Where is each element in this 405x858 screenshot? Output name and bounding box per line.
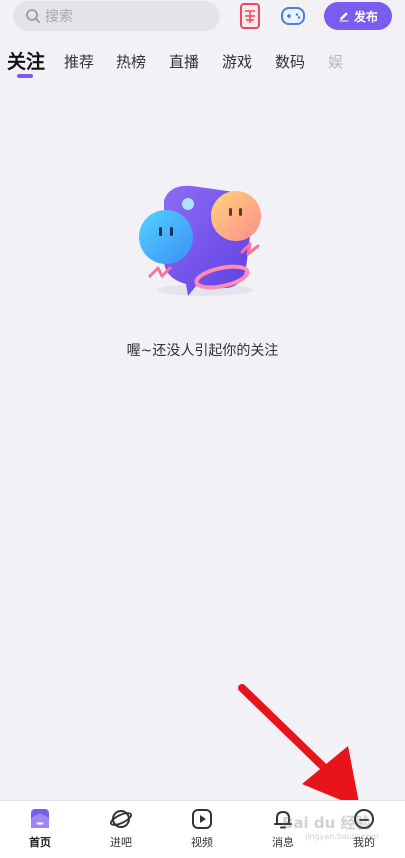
planet-icon [109, 810, 133, 828]
publish-button[interactable]: 发布 [324, 2, 392, 30]
home-icon [31, 809, 49, 828]
lottery-ticket-icon[interactable] [237, 2, 263, 30]
empty-state-message: 喔~还没人引起你的关注 [126, 343, 279, 359]
tab-scroll-fade [345, 44, 405, 80]
tab-entertainment[interactable]: 娱 [328, 51, 343, 72]
gamepad-icon[interactable] [280, 2, 306, 30]
nav-home-label: 首页 [29, 836, 51, 849]
tab-live[interactable]: 直播 [169, 51, 199, 72]
tab-follow[interactable]: 关注 [7, 47, 45, 74]
watermark: Bai du 经验 [282, 814, 371, 832]
nav-video[interactable]: 视频 [177, 807, 227, 855]
tab-hot-list[interactable]: 热榜 [116, 51, 146, 72]
nav-enter-bar[interactable]: 进吧 [96, 807, 146, 855]
search-icon [26, 9, 40, 23]
nav-home[interactable]: 首页 [15, 807, 65, 855]
publish-label: 发布 [353, 9, 378, 24]
annotation-arrow-icon [238, 684, 360, 808]
active-tab-indicator [17, 74, 33, 78]
top-bar: 搜索 发布 [0, 0, 405, 34]
channel-tabs: 关注 推荐 热榜 直播 游戏 数码 娱 [0, 44, 405, 80]
empty-state-illustration [139, 185, 261, 296]
tab-digital[interactable]: 数码 [275, 51, 305, 72]
nav-enter-bar-label: 进吧 [110, 836, 132, 849]
play-icon [192, 809, 212, 829]
nav-messages-label: 消息 [272, 836, 294, 849]
search-input[interactable]: 搜索 [13, 1, 220, 31]
tab-games[interactable]: 游戏 [222, 51, 252, 72]
watermark-url: jingyan.baidu.com [305, 832, 379, 841]
pencil-icon [339, 12, 349, 22]
nav-video-label: 视频 [191, 836, 213, 849]
tab-recommend[interactable]: 推荐 [64, 51, 94, 72]
search-placeholder: 搜索 [45, 9, 73, 25]
